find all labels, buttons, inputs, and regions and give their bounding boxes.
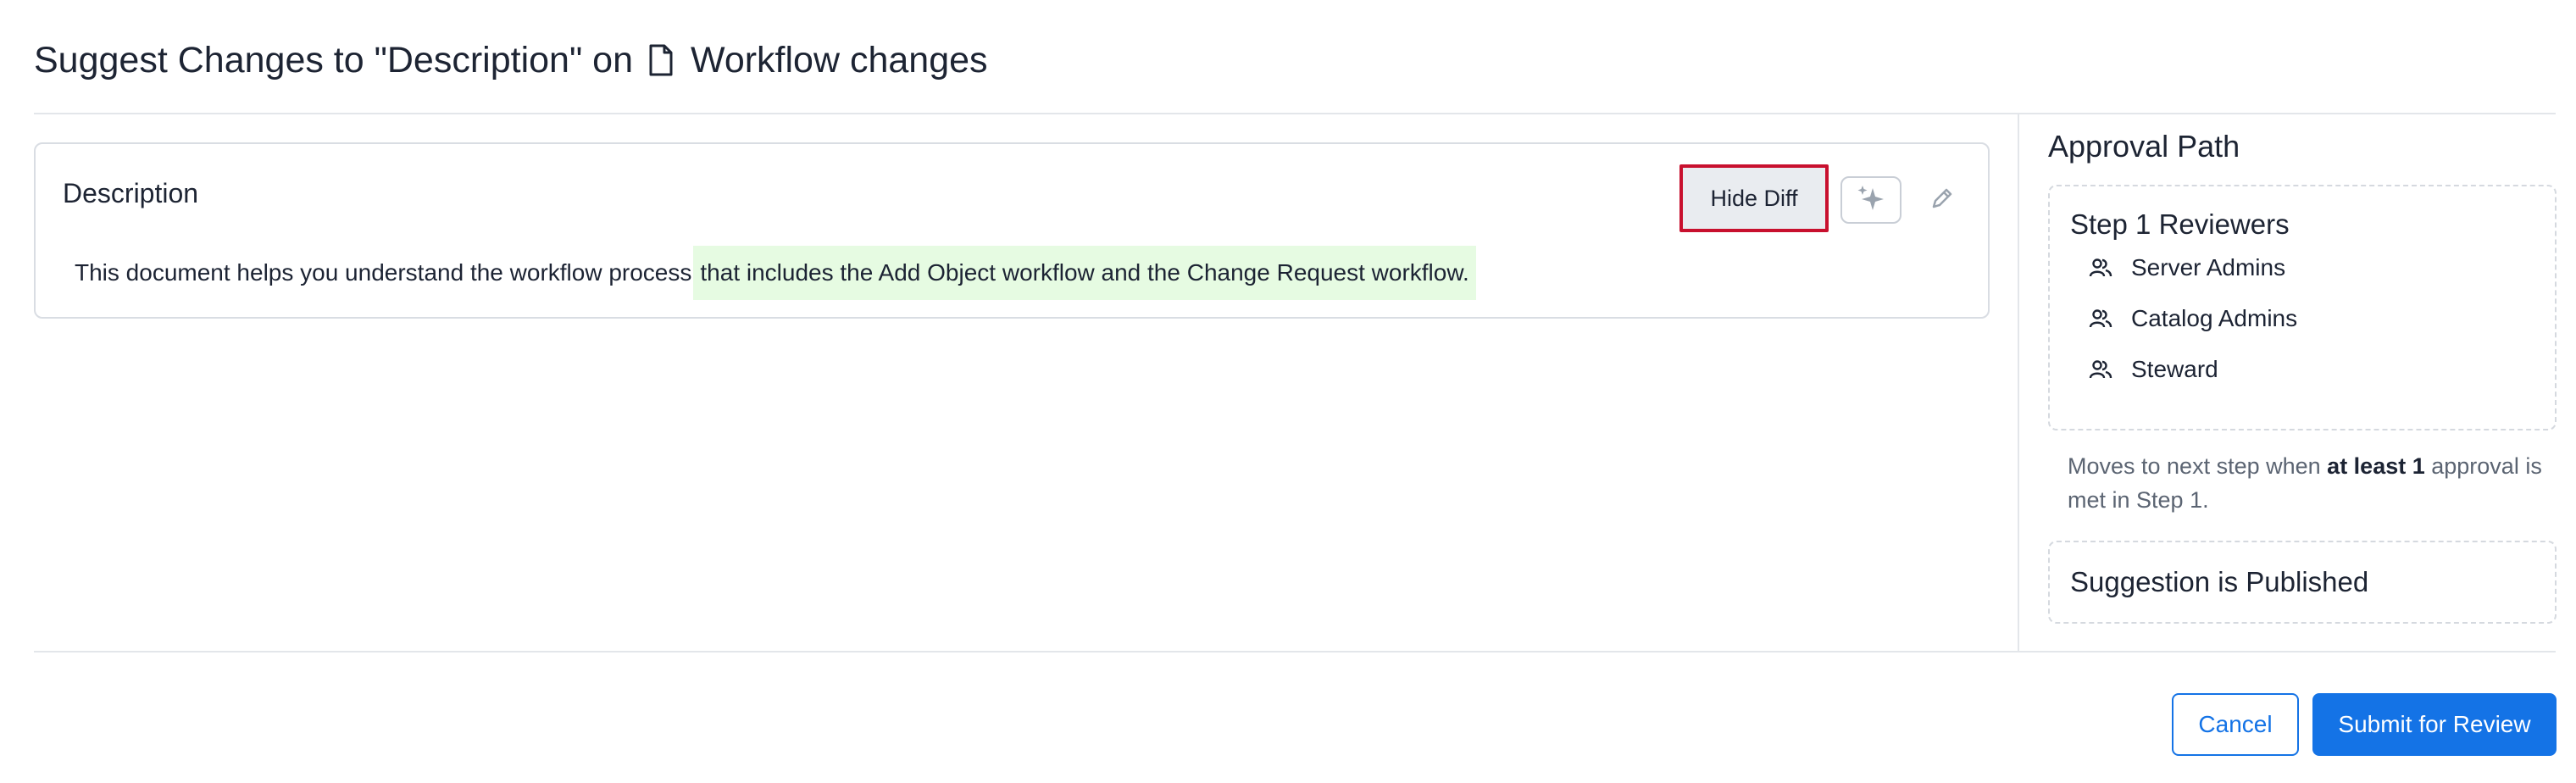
final-step-title: Suggestion is Published — [2070, 566, 2369, 597]
cancel-button[interactable]: Cancel — [2172, 693, 2299, 756]
approval-path-title: Approval Path — [2048, 129, 2240, 164]
ai-suggest-button[interactable] — [1840, 176, 1901, 224]
column-divider — [2018, 114, 2019, 651]
asset-name: Workflow changes — [691, 39, 988, 81]
sparkle-icon — [1854, 183, 1888, 218]
pencil-icon — [1929, 186, 1955, 215]
reviewer-label: Server Admins — [2131, 254, 2286, 280]
step-advance-note: Moves to next step when at least 1 appro… — [2068, 449, 2542, 517]
users-icon — [2089, 258, 2112, 278]
reviewer-item: Catalog Admins — [2089, 305, 2297, 332]
edit-button[interactable] — [1922, 180, 1963, 220]
added-text: that includes the Add Object workflow an… — [693, 246, 1476, 300]
reviewer-item: Steward — [2089, 356, 2218, 383]
final-step-box: Suggestion is Published — [2048, 541, 2557, 624]
submit-for-review-button[interactable]: Submit for Review — [2312, 693, 2557, 756]
step-1-box: Step 1 Reviewers Server Admins Catalog A… — [2048, 185, 2557, 430]
note-text: Moves to next step when — [2068, 453, 2328, 479]
document-icon — [648, 44, 674, 76]
header-divider — [34, 113, 2556, 114]
reviewer-item: Server Admins — [2089, 254, 2285, 281]
note-emphasis: at least 1 — [2327, 453, 2425, 479]
step-1-title: Step 1 Reviewers — [2070, 208, 2290, 240]
description-heading: Description — [63, 178, 199, 208]
footer-divider — [34, 651, 2556, 652]
page-title: Suggest Changes to "Description" on Work… — [34, 31, 988, 90]
users-icon — [2089, 359, 2112, 380]
page-title-prefix: Suggest Changes to "Description" on — [34, 39, 634, 81]
users-icon — [2089, 308, 2112, 329]
reviewer-label: Steward — [2131, 356, 2218, 382]
reviewer-label: Catalog Admins — [2131, 305, 2298, 331]
description-card: Description Hide Diff This document help… — [34, 142, 1990, 319]
original-text: This document helps you understand the w… — [75, 259, 692, 286]
hide-diff-button[interactable]: Hide Diff — [1679, 164, 1829, 232]
description-diff-text[interactable]: This document helps you understand the w… — [75, 246, 1476, 300]
